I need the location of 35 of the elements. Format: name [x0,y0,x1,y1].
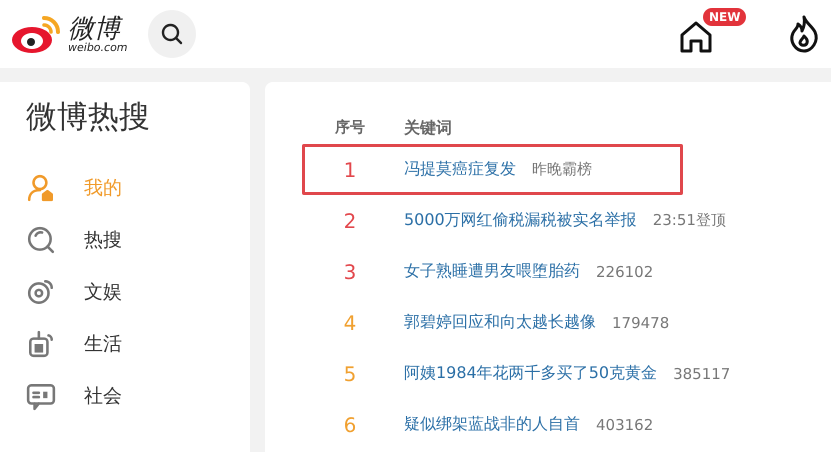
category-icon [26,329,56,359]
column-header: 序号 [334,118,366,137]
sidebar-item[interactable]: 文娱 [84,279,122,305]
search-icon [160,22,184,46]
rank-status: 23:51登顶 [652,211,726,230]
hot-search-link[interactable]: 疑似绑架蓝战非的人自首 [404,414,580,435]
logo-subtext: weibo.com [68,42,128,52]
heat-count: 403162 [596,416,654,434]
rank-number: 2 [342,208,358,232]
home-icon[interactable] [679,20,713,54]
sidebar-item[interactable]: 热搜 [84,227,122,253]
sidebar-item[interactable]: 生活 [84,331,122,357]
category-icon [26,173,56,203]
new-badge: NEW [703,8,746,26]
hot-search-link[interactable]: 女子熟睡遭男友喂堕胎药 [404,261,580,282]
rank-status: 昨晚霸榜 [532,160,592,179]
rank-number: 5 [342,362,358,386]
sidebar-title: 微博热搜 [26,98,151,137]
hot-search-link[interactable]: 5000万网红偷税漏税被实名举报 [404,210,637,231]
column-header: 关键词 [404,118,452,139]
hot-search-link[interactable]: 郭碧婷回应和向太越长越像 [404,312,596,333]
category-icon [26,225,56,255]
logo-text: 微博 [68,16,128,42]
rank-number: 3 [342,260,358,284]
rank-number: 4 [342,310,358,334]
heat-count: 226102 [596,262,654,280]
rank-number: 6 [342,412,358,436]
category-icon [26,381,56,411]
category-icon [26,277,56,307]
hot-search-link[interactable]: 冯提莫癌症复发 [404,159,516,180]
heat-count: 385117 [673,364,730,382]
rank-number: 1 [342,158,358,182]
hot-search-link[interactable]: 阿姨1984年花两千多买了50克黄金 [404,363,658,384]
heat-count: 179478 [612,314,670,332]
sidebar-item[interactable]: 社会 [84,383,122,409]
